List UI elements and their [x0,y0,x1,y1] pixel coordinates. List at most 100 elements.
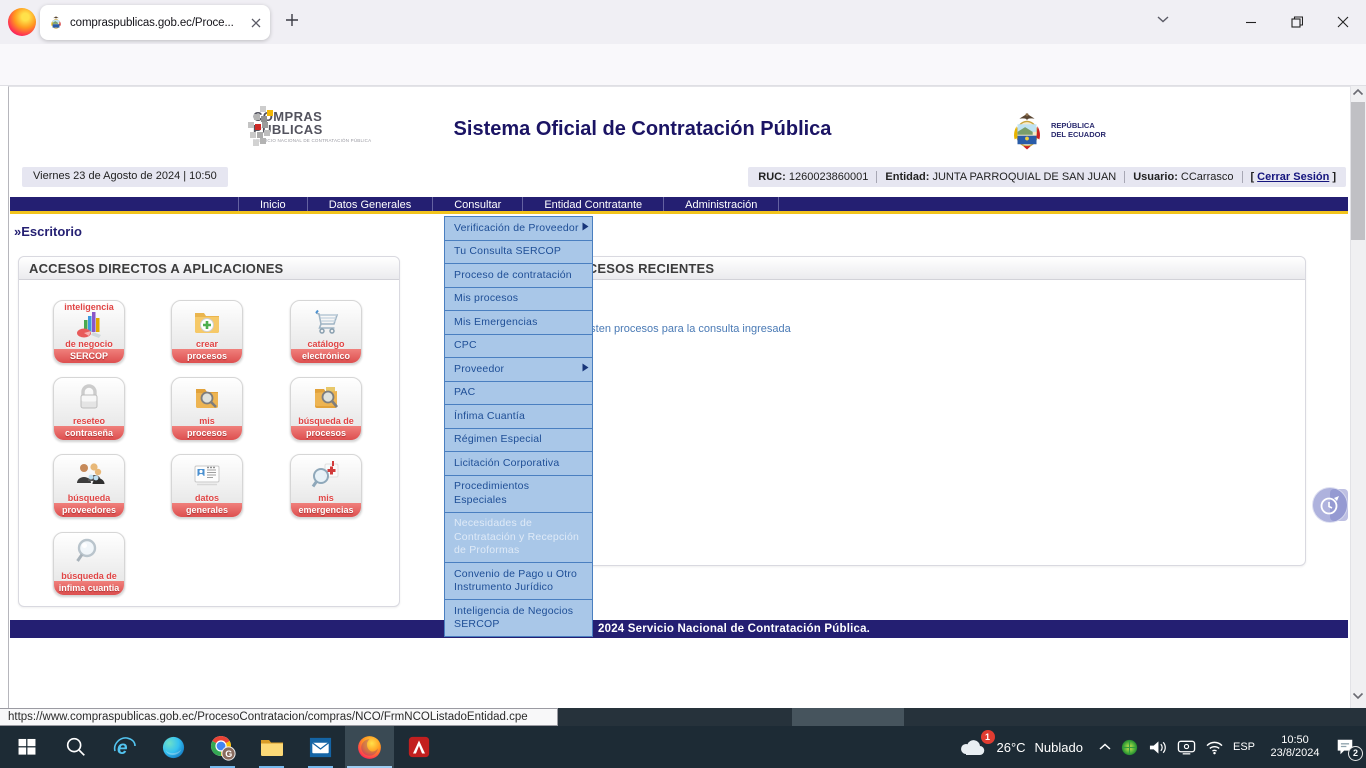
shortcut-busqueda-proveedores[interactable]: búsquedaproveedores [53,454,125,518]
taskbar-app-search[interactable] [51,726,100,768]
svg-text:G: G [225,749,232,759]
chrome-icon: G [209,734,236,761]
logout-bracket: [ [1251,171,1255,183]
scrollbar-up-icon[interactable] [1352,88,1364,96]
dropdown-item-verificacion-de-proveedor[interactable]: Verificación de Proveedor [444,216,593,241]
shortcut-datos-generales[interactable]: datosgenerales [171,454,243,518]
republic-line1: REPÚBLICA [1051,121,1106,130]
nav-item-administracion[interactable]: Administración [663,197,779,211]
dropdown-item-label: Licitación Corporativa [454,457,559,469]
nav-item-datos-generales[interactable]: Datos Generales [307,197,433,211]
floating-clock-widget[interactable] [1312,487,1348,523]
dropdown-item-tu-consulta-sercop[interactable]: Tu Consulta SERCOP [444,241,593,265]
submenu-arrow-icon [582,222,589,236]
separator [1242,171,1243,183]
dropdown-item-inteligencia-de-negocios-sercop[interactable]: Inteligencia de Negocios SERCOP [444,600,593,637]
browser-titlebar: compraspublicas.gob.ec/Proce... [0,0,1366,44]
scrollbar-thumb[interactable] [1351,102,1365,240]
tile-mid-label: crear [172,339,242,349]
nav-item-consultar[interactable]: Consultar [432,197,522,211]
taskbar-app-internet-explorer[interactable]: e [100,726,149,768]
tile-banner-label: proveedores [54,503,124,517]
file-explorer-icon [259,735,285,759]
tile-mid-label: búsqueda de [291,416,361,426]
tile-mid-label: reseteo [54,416,124,426]
logo-pixel [260,106,266,112]
dropdown-item-label: Verificación de Proveedor [454,222,579,234]
dropdown-item-mis-emergencias[interactable]: Mis Emergencias [444,311,593,335]
volume-icon[interactable] [1147,739,1168,756]
taskbar-clock[interactable]: 10:50 23/8/2024 [1264,734,1326,760]
weather-condition[interactable]: Nublado [1035,740,1083,755]
nav-item-inicio[interactable]: Inicio [238,197,307,211]
language-indicator[interactable]: ESP [1233,741,1255,753]
logout-bracket: ] [1332,171,1336,183]
dropdown-item-licitacion-corporativa[interactable]: Licitación Corporativa [444,452,593,476]
ruc-label: RUC: [758,171,786,183]
compras-publicas-logo: COMPRAS PUBLICAS SERVICIO NACIONAL DE CO… [248,104,368,156]
wifi-icon[interactable] [1205,740,1224,755]
shortcut-busqueda-de-procesos[interactable]: búsqueda deprocesos [290,377,362,441]
tray-chevron-up-icon[interactable] [1098,742,1112,752]
shortcut-de-negocio-sercop[interactable]: inteligenciade negocioSERCOP [53,300,125,364]
cast-icon[interactable] [1177,739,1196,755]
folder-search-doc-icon [291,379,361,417]
taskbar-app-firefox[interactable] [345,726,394,768]
weather-widget[interactable]: 1 [958,735,988,759]
taskbar-app-start[interactable] [2,726,51,768]
desktop-strip-highlight [792,708,904,726]
logo-pixel [248,122,254,128]
nav-item-entidad-contratante[interactable]: Entidad Contratante [522,197,663,211]
tab-close-icon[interactable] [251,18,261,28]
shortcut-mis-emergencias[interactable]: misemergencias [290,454,362,518]
window-close-button[interactable] [1320,0,1366,44]
dropdown-item-pac[interactable]: PAC [444,382,593,406]
shortcut-reseteo-contrasena[interactable]: reseteocontraseña [53,377,125,441]
ruc-value: 1260023860001 [789,171,869,183]
search-icon [64,735,88,759]
logout-link[interactable]: Cerrar Sesión [1257,171,1329,183]
browser-tab[interactable]: compraspublicas.gob.ec/Proce... [40,5,270,40]
shortcut-catalogo-electronico[interactable]: catálogoelectrónico [290,300,362,364]
dropdown-item-label: Mis Emergencias [454,316,538,328]
cart-icon [291,302,361,340]
dropdown-item-proveedor[interactable]: Proveedor [444,358,593,382]
shortcut-busqueda-de-infima-cuantia[interactable]: búsqueda deinfima cuantia [53,532,125,596]
scrollbar-down-icon[interactable] [1352,692,1364,700]
dropdown-item-label: Proceso de contratación [454,269,572,281]
dropdown-item-infima-cuantia[interactable]: Ínfima Cuantía [444,405,593,429]
taskbar-apps: eG [2,726,443,768]
taskbar-app-acrobat[interactable] [394,726,443,768]
edge-icon [161,735,186,760]
window-restore-button[interactable] [1274,0,1320,44]
ecuador-crest-icon [1008,108,1046,152]
antivirus-icon[interactable] [1121,739,1138,756]
window-minimize-button[interactable] [1228,0,1274,44]
shortcut-mis-procesos[interactable]: misprocesos [171,377,243,441]
new-tab-button[interactable] [284,12,300,28]
taskbar-app-chrome[interactable]: G [198,726,247,768]
dropdown-item-mis-procesos[interactable]: Mis procesos [444,288,593,312]
dropdown-item-proceso-de-contratacion[interactable]: Proceso de contratación [444,264,593,288]
start-icon [16,736,38,758]
dropdown-item-regimen-especial[interactable]: Régimen Especial [444,429,593,453]
taskbar-app-file-explorer[interactable] [247,726,296,768]
firefox-logo-icon [8,8,36,36]
dropdown-item-necesidades-de-contratacion-y-recepcion-de-proformas[interactable]: Necesidades de Contratación y Recepción … [444,513,593,564]
id-card-icon [172,456,242,494]
search-medical-icon [291,456,361,494]
republic-line2: DEL ECUADOR [1051,130,1106,139]
submenu-arrow-icon [582,363,589,377]
taskbar-app-edge[interactable] [149,726,198,768]
shortcut-crear-procesos[interactable]: crearprocesos [171,300,243,364]
dropdown-item-label: Tu Consulta SERCOP [454,245,561,257]
clock-date: 23/8/2024 [1264,747,1326,760]
dropdown-item-convenio-de-pago-u-otro-instrumento-juridico[interactable]: Convenio de Pago u Otro Instrumento Jurí… [444,563,593,600]
dropdown-item-procedimientos-especiales[interactable]: Procedimientos Especiales [444,476,593,513]
notification-center[interactable]: 2 [1335,737,1355,757]
tile-banner-label: generales [172,503,242,517]
taskbar-app-mail[interactable] [296,726,345,768]
weather-temperature[interactable]: 26°C [997,740,1026,755]
dropdown-item-cpc[interactable]: CPC [444,335,593,359]
list-tabs-chevron-icon[interactable] [1156,14,1170,24]
